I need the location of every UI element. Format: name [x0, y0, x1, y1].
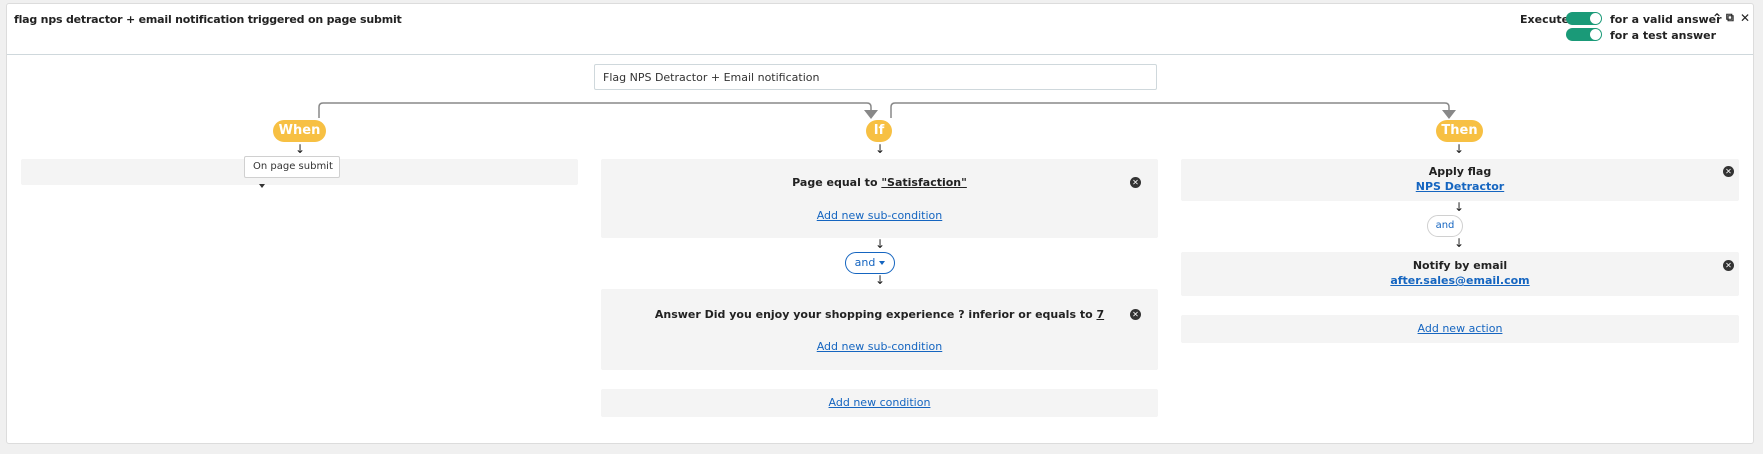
action-panel: Apply flag NPS Detractor ✕ — [1181, 159, 1739, 201]
action-panel: Notify by email after.sales@email.com ✕ — [1181, 252, 1739, 296]
arrow-down-icon: ↓ — [1454, 236, 1465, 250]
when-label: When — [273, 120, 326, 142]
add-action-panel: Add new action — [1181, 315, 1739, 343]
action-value-link[interactable]: NPS Detractor — [1181, 180, 1739, 193]
action-title: Notify by email — [1412, 259, 1508, 272]
arrow-down-icon: ↓ — [875, 237, 886, 251]
caret-down-icon — [259, 184, 265, 188]
action-title: Apply flag — [1428, 165, 1492, 178]
arrow-down-icon: ↓ — [875, 273, 886, 287]
actions-operator-badge: and — [1427, 215, 1463, 237]
remove-action-icon[interactable]: ✕ — [1723, 166, 1734, 177]
arrow-down-icon: ↓ — [875, 142, 886, 156]
condition-prefix: Page equal to — [792, 176, 882, 189]
if-label: If — [866, 120, 892, 142]
remove-action-icon[interactable]: ✕ — [1723, 260, 1734, 271]
action-value-link[interactable]: after.sales@email.com — [1181, 274, 1739, 287]
add-sub-condition-link[interactable]: Add new sub-condition — [601, 209, 1158, 222]
operator-select[interactable]: and — [845, 252, 895, 274]
add-condition-panel: Add new condition — [601, 389, 1158, 417]
condition-panel: Answer Did you enjoy your shopping exper… — [601, 289, 1158, 370]
trigger-select[interactable]: On page submit — [244, 156, 340, 188]
condition-value[interactable]: "Satisfaction" — [881, 176, 967, 189]
remove-condition-icon[interactable]: ✕ — [1130, 177, 1141, 188]
rule-name-input[interactable] — [594, 64, 1157, 90]
condition-panel: Page equal to "Satisfaction" ✕ Add new s… — [601, 159, 1158, 238]
remove-condition-icon[interactable]: ✕ — [1130, 309, 1141, 320]
add-sub-condition-link[interactable]: Add new sub-condition — [601, 340, 1158, 353]
then-label: Then — [1436, 120, 1483, 142]
arrow-down-icon: ↓ — [1454, 200, 1465, 214]
condition-prefix: Answer Did you enjoy your shopping exper… — [654, 308, 1097, 321]
condition-text: Answer Did you enjoy your shopping exper… — [601, 308, 1158, 321]
operator-value: and — [854, 256, 876, 269]
trigger-select-value: On page submit — [253, 161, 333, 172]
condition-text: Page equal to "Satisfaction" — [601, 176, 1158, 189]
arrow-down-icon: ↓ — [295, 142, 306, 156]
add-condition-link[interactable]: Add new condition — [601, 396, 1158, 409]
arrow-down-icon: ↓ — [1454, 142, 1465, 156]
add-action-link[interactable]: Add new action — [1181, 322, 1739, 335]
caret-down-icon — [879, 261, 886, 265]
condition-value[interactable]: 7 — [1096, 308, 1104, 321]
